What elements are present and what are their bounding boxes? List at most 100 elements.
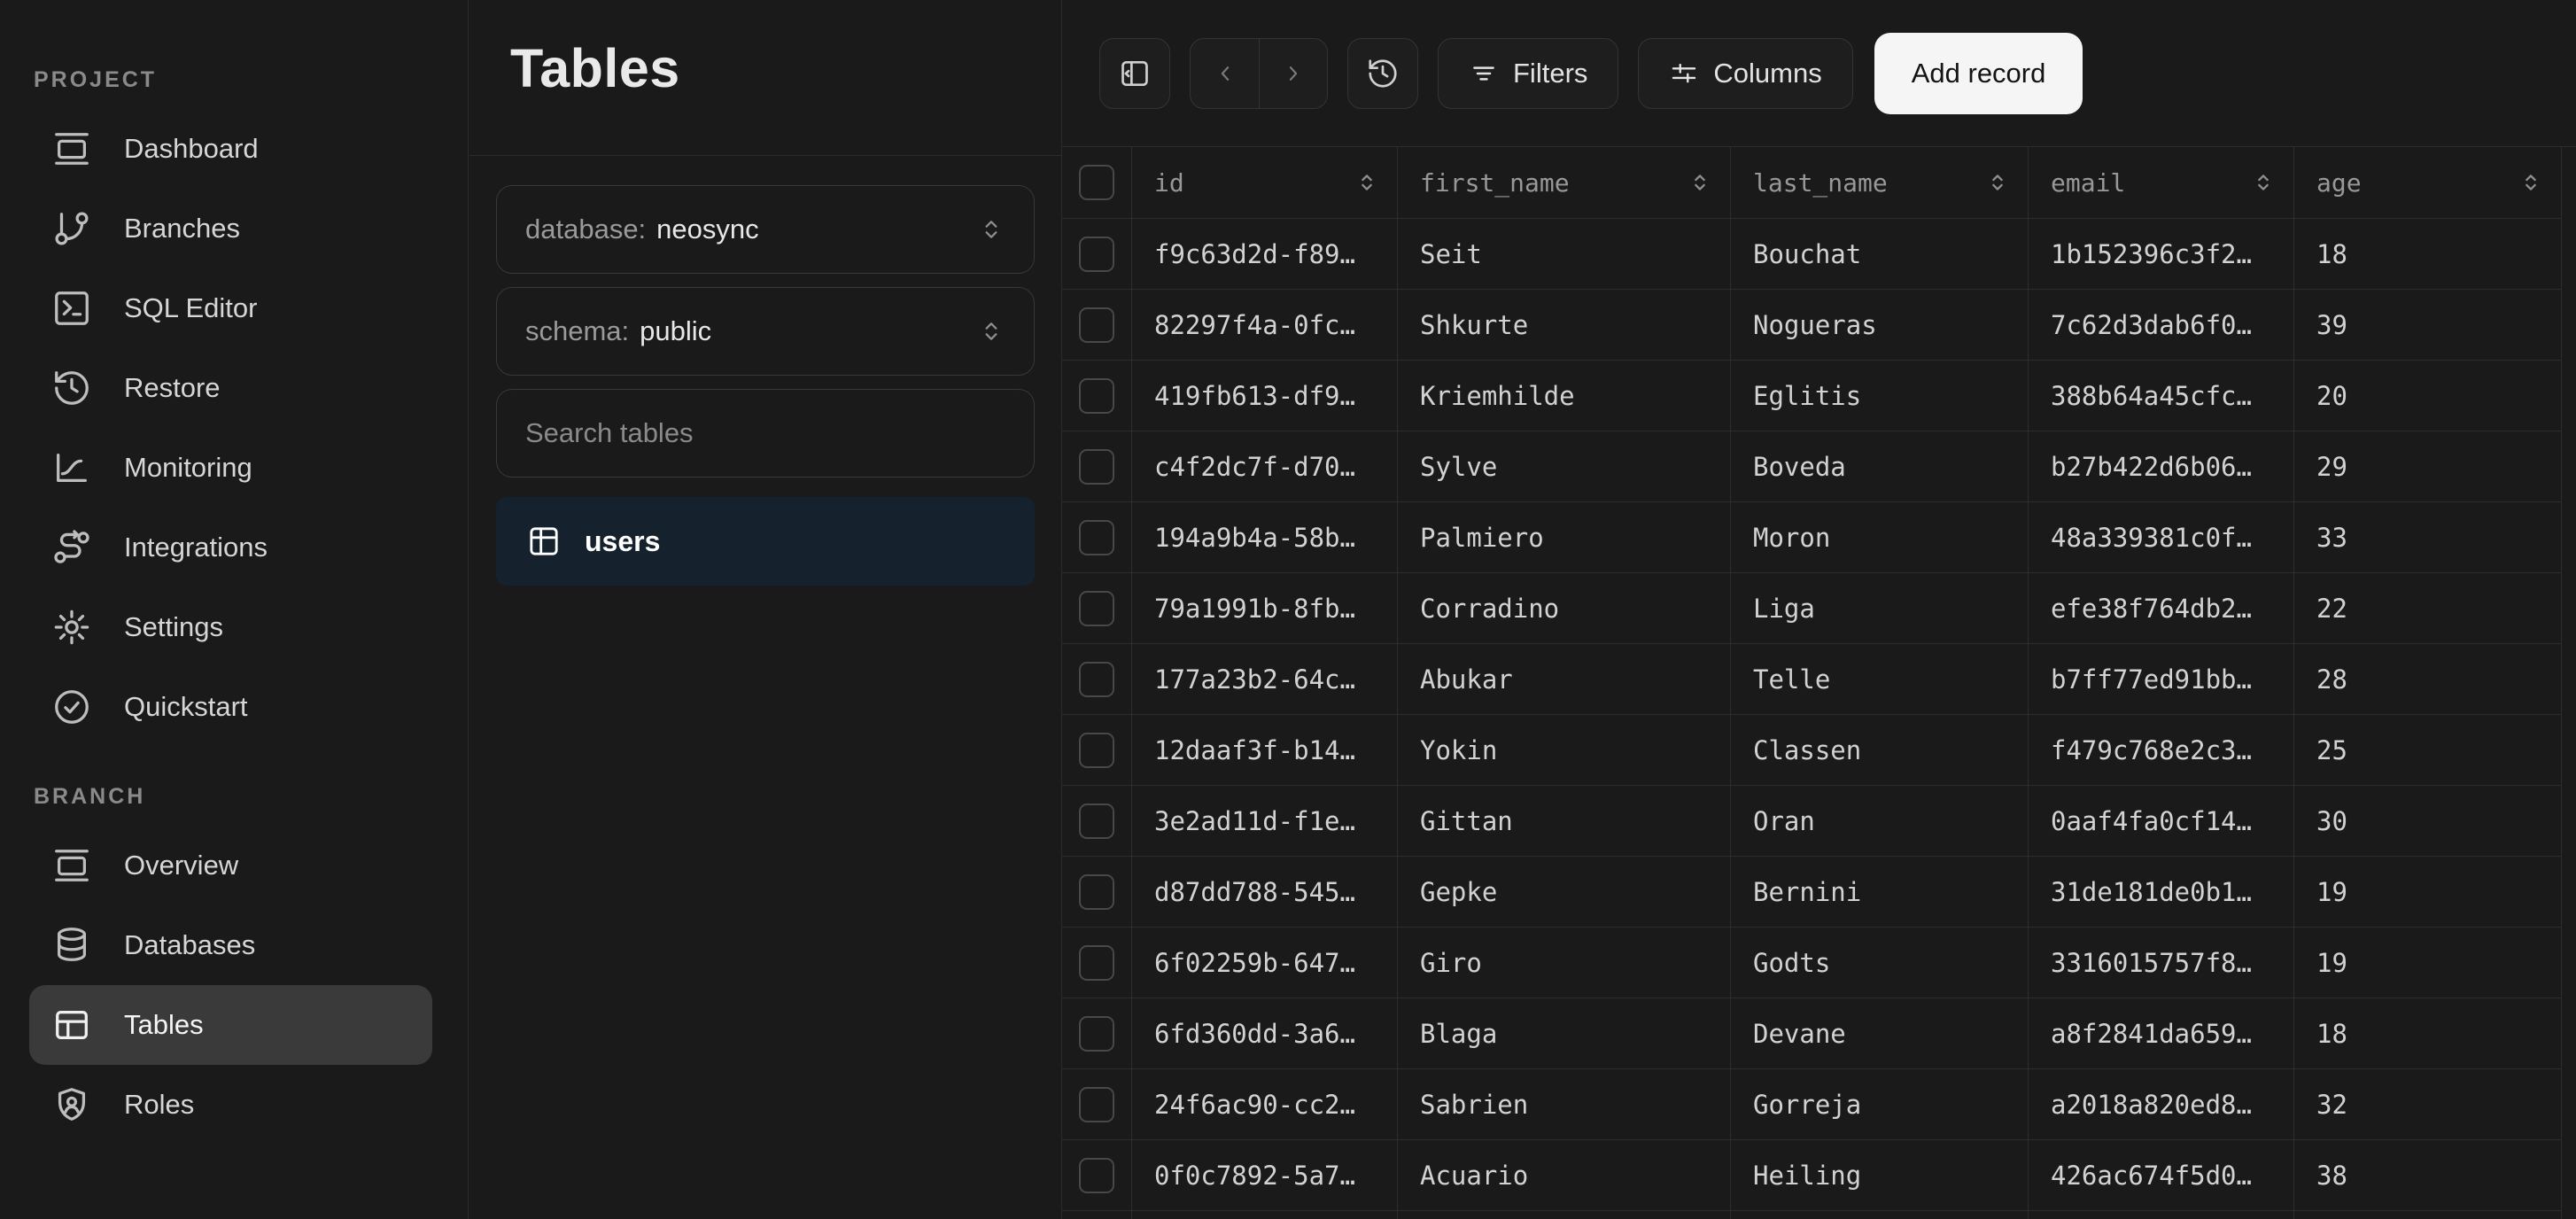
sidebar-item-databases[interactable]: Databases <box>29 905 432 985</box>
table-cell[interactable]: 30 <box>2294 786 2562 857</box>
table-cell[interactable]: 48a339381c0f… <box>2029 502 2294 573</box>
table-cell[interactable]: 426ac674f5d0… <box>2029 1140 2294 1211</box>
row-checkbox[interactable] <box>1079 520 1114 555</box>
table-cell[interactable]: Abukar <box>1398 644 1731 715</box>
table-cell[interactable]: Boveda <box>1731 431 2029 502</box>
search-tables-input[interactable] <box>525 417 1005 449</box>
table-cell[interactable]: 32 <box>2294 1069 2562 1140</box>
table-cell[interactable]: 388b64a45cfc… <box>2029 361 2294 431</box>
sidebar-item-dashboard[interactable]: Dashboard <box>29 109 432 189</box>
table-row[interactable]: 82297f4a-0fc…ShkurteNogueras7c62d3dab6f0… <box>1062 290 2563 361</box>
row-checkbox[interactable] <box>1079 804 1114 839</box>
table-cell[interactable]: 18 <box>2294 219 2562 290</box>
row-checkbox[interactable] <box>1079 307 1114 343</box>
table-cell[interactable]: 31de181de0b1… <box>2029 857 2294 928</box>
row-checkbox[interactable] <box>1079 378 1114 414</box>
table-cell[interactable]: 177a23b2-64c… <box>1132 644 1398 715</box>
table-cell[interactable]: Sabrien <box>1398 1069 1731 1140</box>
table-cell[interactable]: Bernini <box>1731 857 2029 928</box>
table-cell[interactable]: 25 <box>2294 715 2562 786</box>
table-cell[interactable]: 0f0c7892-5a7… <box>1132 1140 1398 1211</box>
table-cell[interactable]: 29 <box>2294 431 2562 502</box>
table-cell[interactable]: Acuario <box>1398 1140 1731 1211</box>
table-cell[interactable]: Oran <box>1731 786 2029 857</box>
row-checkbox[interactable] <box>1079 1158 1114 1193</box>
table-cell[interactable]: Gittan <box>1398 786 1731 857</box>
table-row[interactable]: 6f02259b-647…GiroGodts3316015757f8…19 <box>1062 928 2563 998</box>
table-cell[interactable]: Godts <box>1731 928 2029 998</box>
table-cell[interactable]: Yokin <box>1398 715 1731 786</box>
table-cell[interactable]: 20 <box>2294 361 2562 431</box>
table-row[interactable]: 12daaf3f-b14…YokinClassenf479c768e2c3…25 <box>1062 715 2563 786</box>
table-cell[interactable]: Corradino <box>1398 573 1731 644</box>
row-checkbox[interactable] <box>1079 237 1114 272</box>
table-cell[interactable]: Gepke <box>1398 857 1731 928</box>
columns-button[interactable]: Columns <box>1638 38 1852 109</box>
table-cell[interactable]: b27b422d6b06… <box>2029 431 2294 502</box>
column-header-age[interactable]: age <box>2294 147 2562 219</box>
table-cell[interactable]: Moron <box>1731 502 2029 573</box>
table-cell[interactable]: d87dd788-545… <box>1132 857 1398 928</box>
row-checkbox[interactable] <box>1079 591 1114 626</box>
table-row[interactable]: 79a1991b-8fb…CorradinoLigaefe38f764db2…2… <box>1062 573 2563 644</box>
table-cell[interactable]: Blaga <box>1398 998 1731 1069</box>
table-cell[interactable]: 3e2ad11d-f1e… <box>1132 786 1398 857</box>
table-cell[interactable]: 79a1991b-8fb… <box>1132 573 1398 644</box>
table-cell[interactable]: Shkurte <box>1398 290 1731 361</box>
column-header-first_name[interactable]: first_name <box>1398 147 1731 219</box>
table-row[interactable]: d87dd788-545…GepkeBernini31de181de0b1…19 <box>1062 857 2563 928</box>
table-cell[interactable]: b7ff77ed91bb… <box>2029 644 2294 715</box>
table-row[interactable]: 0f0c7892-5a7…AcuarioHeiling426ac674f5d0…… <box>1062 1140 2563 1211</box>
table-cell[interactable]: 12daaf3f-b14… <box>1132 715 1398 786</box>
table-cell[interactable]: 24f6ac90-cc2… <box>1132 1069 1398 1140</box>
table-cell[interactable]: 19 <box>2294 928 2562 998</box>
table-cell[interactable]: Seit <box>1398 219 1731 290</box>
table-cell[interactable]: Palmiero <box>1398 502 1731 573</box>
table-cell[interactable]: Gorreja <box>1731 1069 2029 1140</box>
row-checkbox[interactable] <box>1079 1016 1114 1052</box>
sidebar-item-overview[interactable]: Overview <box>29 826 432 905</box>
table-row[interactable]: 6fd360dd-3a6…BlagaDevanea8f2841da659…18 <box>1062 998 2563 1069</box>
row-checkbox[interactable] <box>1079 733 1114 768</box>
table-cell[interactable]: 38 <box>2294 1140 2562 1211</box>
table-cell[interactable]: 419fb613-df9… <box>1132 361 1398 431</box>
table-cell[interactable]: Nogueras <box>1731 290 2029 361</box>
table-cell[interactable]: Heiling <box>1731 1140 2029 1211</box>
previous-page-button[interactable] <box>1191 39 1259 108</box>
table-cell[interactable]: 39 <box>2294 290 2562 361</box>
table-cell[interactable]: Sylve <box>1398 431 1731 502</box>
table-cell[interactable]: Classen <box>1731 715 2029 786</box>
sidebar-item-restore[interactable]: Restore <box>29 348 432 428</box>
column-header-id[interactable]: id <box>1132 147 1398 219</box>
sidebar-item-settings[interactable]: Settings <box>29 587 432 667</box>
table-cell[interactable]: Giro <box>1398 928 1731 998</box>
table-row[interactable]: 177a23b2-64c…AbukarTelleb7ff77ed91bb…28 <box>1062 644 2563 715</box>
table-cell[interactable]: Bouchat <box>1731 219 2029 290</box>
sidebar-item-branches[interactable]: Branches <box>29 189 432 268</box>
filters-button[interactable]: Filters <box>1438 38 1618 109</box>
table-cell[interactable]: 18 <box>2294 998 2562 1069</box>
table-cell[interactable]: 6fd360dd-3a6… <box>1132 998 1398 1069</box>
table-cell[interactable]: 6f02259b-647… <box>1132 928 1398 998</box>
sidebar-item-sql-editor[interactable]: SQL Editor <box>29 268 432 348</box>
table-row[interactable]: c4f2dc7f-d70…SylveBovedab27b422d6b06…29 <box>1062 431 2563 502</box>
table-row[interactable]: 24f6ac90-cc2…SabrienGorrejaa2018a820ed8…… <box>1062 1069 2563 1140</box>
row-checkbox[interactable] <box>1079 662 1114 697</box>
schema-select[interactable]: schema: public <box>496 287 1035 376</box>
sidebar-item-quickstart[interactable]: Quickstart <box>29 667 432 747</box>
column-header-email[interactable]: email <box>2029 147 2294 219</box>
table-cell[interactable]: 0aaf4fa0cf14… <box>2029 786 2294 857</box>
table-cell[interactable]: c4f2dc7f-d70… <box>1132 431 1398 502</box>
add-record-button[interactable]: Add record <box>1874 33 2083 114</box>
table-cell[interactable]: Liga <box>1731 573 2029 644</box>
table-cell[interactable]: 3316015757f8… <box>2029 928 2294 998</box>
table-row[interactable]: 419fb613-df9…KriemhildeEglitis388b64a45c… <box>1062 361 2563 431</box>
table-cell[interactable]: 82297f4a-0fc… <box>1132 290 1398 361</box>
table-cell[interactable]: Eglitis <box>1731 361 2029 431</box>
row-checkbox[interactable] <box>1079 874 1114 910</box>
table-cell[interactable]: 33 <box>2294 502 2562 573</box>
table-cell[interactable]: f479c768e2c3… <box>2029 715 2294 786</box>
table-list-item-users[interactable]: users <box>496 497 1035 586</box>
row-checkbox[interactable] <box>1079 945 1114 981</box>
table-cell[interactable]: 22 <box>2294 573 2562 644</box>
